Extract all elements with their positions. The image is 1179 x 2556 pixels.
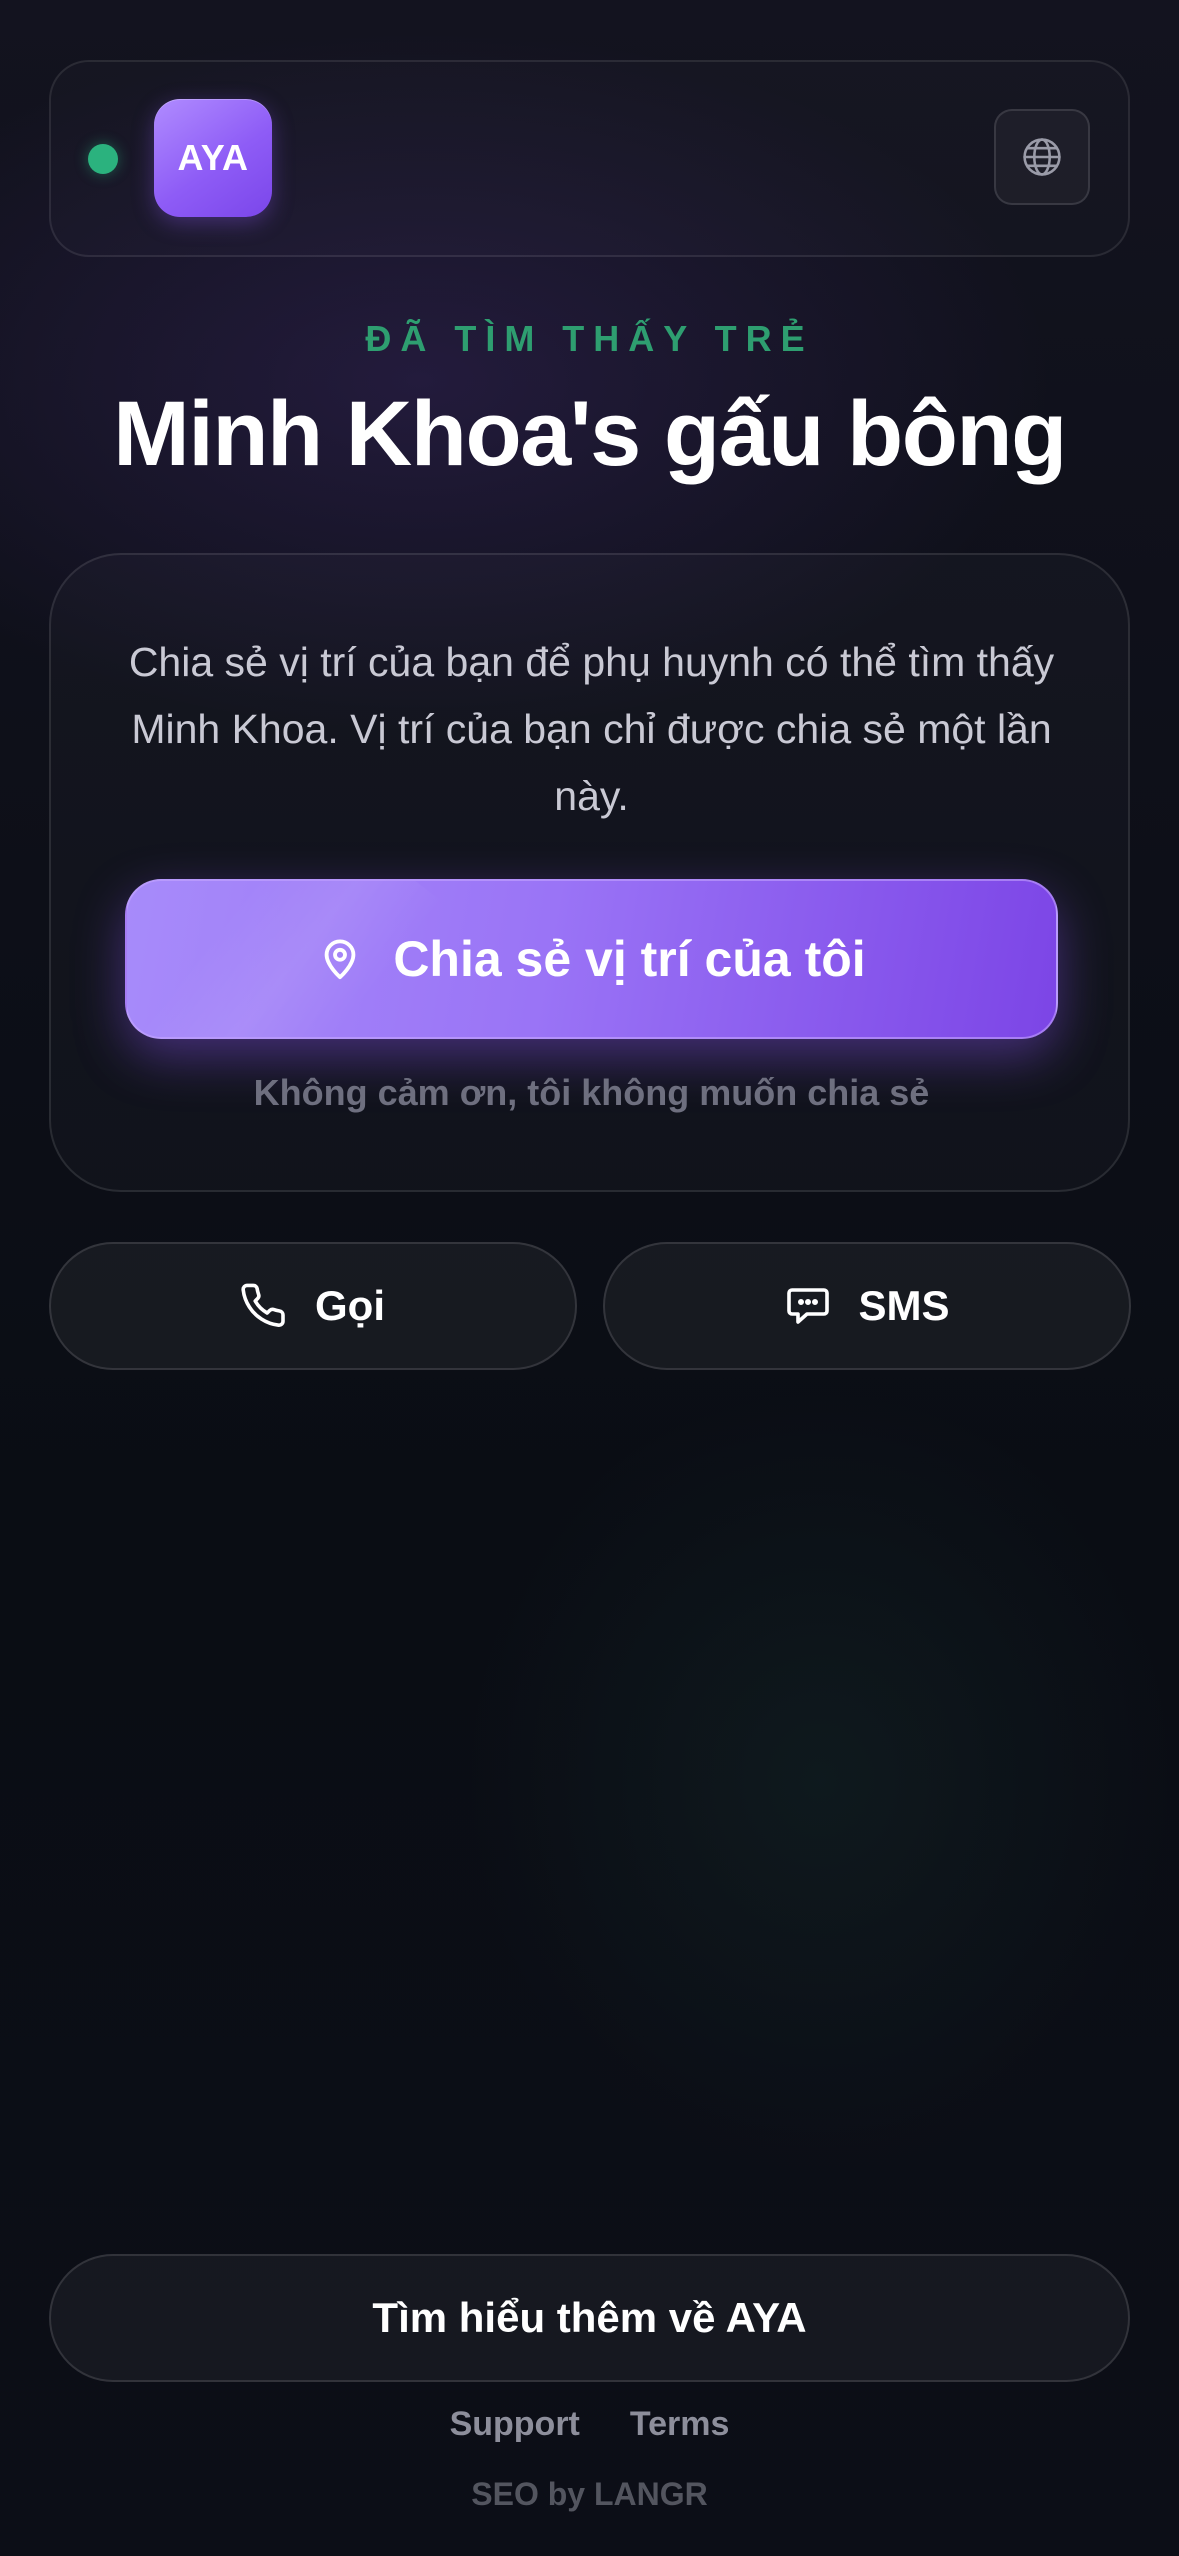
language-button[interactable] xyxy=(994,109,1090,205)
logo-text: AYA xyxy=(177,137,249,178)
learn-more-label: Tìm hiểu thêm về AYA xyxy=(372,2294,807,2341)
footer-links: Support Terms xyxy=(0,2405,1179,2444)
decline-share-link[interactable]: Không cảm ơn, tôi không muốn chia sẻ xyxy=(51,1072,1132,1114)
support-link[interactable]: Support xyxy=(450,2405,580,2444)
learn-more-button[interactable]: Tìm hiểu thêm về AYA xyxy=(49,2254,1130,2382)
call-button[interactable]: Gọi xyxy=(49,1242,577,1370)
share-location-card: Chia sẻ vị trí của bạn để phụ huynh có t… xyxy=(49,553,1130,1192)
status-indicator xyxy=(88,144,118,174)
page-title: Minh Khoa's gấu bông xyxy=(113,383,1067,485)
globe-icon xyxy=(1020,135,1064,179)
share-description: Chia sẻ vị trí của bạn để phụ huynh có t… xyxy=(128,639,1055,819)
share-location-label: Chia sẻ vị trí của tôi xyxy=(393,931,866,987)
sms-label: SMS xyxy=(858,1282,950,1329)
aya-logo: AYA xyxy=(154,99,272,217)
seo-credit[interactable]: SEO by LANGR xyxy=(0,2476,1179,2513)
top-bar: AYA xyxy=(49,60,1130,257)
phone-icon xyxy=(241,1282,289,1330)
message-icon xyxy=(784,1282,832,1330)
terms-link[interactable]: Terms xyxy=(630,2405,730,2444)
location-pin-icon xyxy=(317,936,363,982)
call-label: Gọi xyxy=(315,1282,385,1329)
share-location-button[interactable]: Chia sẻ vị trí của tôi xyxy=(125,879,1058,1039)
found-child-label: ĐÃ TÌM THẤY TRẺ xyxy=(365,318,814,359)
sms-button[interactable]: SMS xyxy=(603,1242,1131,1370)
